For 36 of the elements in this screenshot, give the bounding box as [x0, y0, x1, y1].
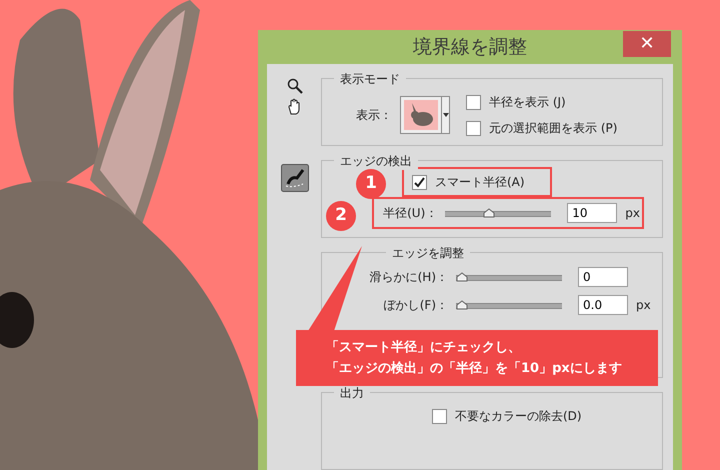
checkbox-label: 不要なカラーの除去(D)	[455, 408, 582, 426]
step-number: 1	[356, 169, 386, 199]
group-legend: エッジの検出	[334, 152, 418, 170]
caret-icon[interactable]	[442, 113, 448, 117]
value-field[interactable]: 0.0	[578, 295, 628, 315]
slider-thumb[interactable]	[456, 272, 468, 282]
zoom-icon[interactable]	[287, 78, 303, 94]
slider-track[interactable]	[456, 271, 562, 283]
checkbox[interactable]	[466, 94, 481, 110]
callout-text: 「エッジの検出」の「半径」を「10」pxにします	[326, 360, 623, 378]
refine-radius-tool-icon[interactable]	[281, 164, 309, 192]
checkbox[interactable]	[466, 120, 481, 136]
callout-text: 「スマート半径」にチェックし、	[326, 339, 522, 357]
close-button[interactable]: ✕	[623, 31, 671, 57]
value-field[interactable]: 0	[578, 267, 628, 287]
slider-label: 滑らかに(H)：	[368, 269, 448, 286]
slider-track[interactable]	[445, 207, 552, 219]
group-legend: エッジを調整	[386, 244, 470, 262]
view-label: 表示：	[356, 107, 392, 124]
slider-thumb[interactable]	[482, 208, 495, 218]
unit-label: px	[625, 205, 640, 222]
group-legend: 表示モード	[334, 70, 406, 88]
slider-thumb[interactable]	[456, 300, 468, 310]
value-field[interactable]: 10	[567, 203, 618, 223]
checkbox-label: 半径を表示 (J)	[489, 94, 566, 111]
view-dropdown[interactable]	[400, 96, 450, 134]
slider-track[interactable]	[456, 299, 562, 311]
slider-label: ぼかし(F)：	[382, 297, 448, 314]
checkbox-label: 元の選択範囲を表示 (P)	[489, 120, 618, 137]
checkbox[interactable]	[432, 408, 447, 424]
unit-label: px	[636, 297, 651, 314]
checkbox[interactable]	[412, 174, 427, 190]
slider-label: 半径(U)：	[382, 205, 438, 222]
dialog-title: 境界線を調整	[413, 34, 527, 60]
step-number: 2	[326, 201, 356, 231]
checkbox-label: スマート半径(A)	[435, 174, 525, 191]
